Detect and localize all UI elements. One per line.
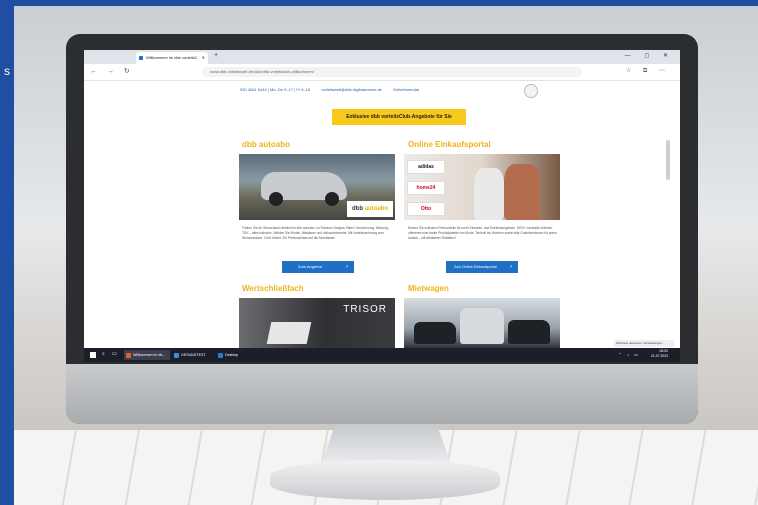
offers-banner: Exklusive dbb vorteilsClub-Angebote für … [332, 109, 466, 125]
email-link[interactable]: vorteilswelt@dbb-digitalservice.de [321, 87, 382, 92]
brand-home24-logo: home24 [407, 181, 445, 195]
info-link[interactable]: Onlineformular [393, 87, 419, 92]
chevron-right-icon: › [346, 264, 348, 270]
tab-title: Willkommen im dbb vorteilsC [146, 55, 198, 60]
safe-box-shape [266, 322, 312, 344]
van-shape [460, 308, 504, 344]
einkauf-description: Nutzen Sie exklusive Preisvorteile für m… [408, 226, 557, 240]
toolbar-icons[interactable]: ☆ ⧉ ⋯ [626, 67, 670, 75]
mietwagen-image[interactable] [404, 298, 560, 348]
browser-icon [126, 353, 131, 358]
car-wheel-front [269, 192, 283, 206]
app-icon [174, 353, 179, 358]
taskbar-clock[interactable]: 08:52 21.07.2023 [651, 349, 668, 359]
nav-buttons[interactable]: ← → ↻ [90, 67, 134, 75]
side-text: s [4, 64, 10, 78]
car-wheel-rear [325, 192, 339, 206]
car-suv-shape [508, 320, 550, 344]
monitor-chin [66, 364, 698, 424]
system-tray-icons[interactable]: ⌃ ♪ ▭ [619, 352, 640, 357]
taskbar-item-desktop[interactable]: Desktop [216, 350, 250, 360]
brand-otto-logo: Otto [407, 202, 445, 216]
monitor-stand-base [270, 460, 500, 500]
monitor-stand-neck [322, 418, 450, 462]
frame-top-bar [0, 0, 758, 6]
browser-tab-bar: Willkommen im dbb vorteilsC ✕ + — ◻ ✕ [84, 50, 680, 64]
user-avatar-icon[interactable] [524, 84, 538, 98]
new-tab-button[interactable]: + [214, 52, 218, 59]
autoabo-logo: dbb autoabo [347, 201, 393, 217]
einkauf-title: Online Einkaufsportal [408, 140, 491, 149]
wertschliessfach-title: Wertschließfach [242, 284, 304, 293]
car-sedan-shape [414, 322, 456, 344]
autoabo-title: dbb autoabo [242, 140, 290, 149]
einkauf-portal-button[interactable]: Zum Online-Einkaufsportal › [446, 261, 518, 273]
taskbar-item-gesundtest[interactable]: GESUNDTEST [172, 350, 212, 360]
monitor-screen: Willkommen im dbb vorteilsC ✕ + — ◻ ✕ ← … [84, 50, 680, 362]
search-icon[interactable]: ⌕ [102, 351, 105, 357]
contact-bar: 030 4081 6444 | Mo.-Do 9–17 | Fr 9–15 vo… [240, 87, 429, 92]
einkauf-image[interactable]: adidas home24 Otto [404, 154, 560, 220]
autoabo-image[interactable]: dbb autoabo [239, 154, 395, 220]
desktop-icon [218, 353, 223, 358]
windows-taskbar: ⌕ ▭ Willkommen im db... GESUNDTEST Deskt… [84, 348, 680, 362]
wertschliessfach-image[interactable]: TRISOR [239, 298, 395, 348]
windows-start-icon[interactable] [90, 352, 96, 358]
address-bar-row: ← → ↻ www.dbb-vorteilswelt.de/club/dbb-v… [84, 64, 680, 81]
browser-tab-active[interactable]: Willkommen im dbb vorteilsC ✕ [136, 52, 208, 64]
activation-notice: Windows aktivieren / Einstellungen [614, 340, 674, 347]
brand-adidas-logo: adidas [407, 160, 445, 174]
url-input[interactable]: www.dbb-vorteilswelt.de/club/dbb-vorteil… [202, 67, 582, 77]
window-controls[interactable]: — ◻ ✕ [625, 52, 674, 59]
mietwagen-title: Mietwagen [408, 284, 449, 293]
phone-link[interactable]: 030 4081 6444 | Mo.-Do 9–17 | Fr 9–15 [240, 87, 310, 92]
trisor-logo: TRISOR [343, 304, 387, 315]
chevron-right-icon: › [510, 264, 512, 270]
tab-close-icon[interactable]: ✕ [202, 52, 205, 64]
page-scrollbar[interactable] [666, 140, 670, 180]
taskbar-item-browser[interactable]: Willkommen im db... [124, 350, 170, 360]
autoabo-offer-button[interactable]: Zum Angebot › [282, 261, 354, 273]
autoabo-description: Fahren Sie Ihr Wunschauto flexibel im db… [242, 226, 389, 240]
task-view-icon[interactable]: ▭ [112, 351, 117, 357]
person-woman [504, 164, 540, 220]
person-man [474, 168, 504, 220]
favicon-icon [139, 56, 143, 60]
